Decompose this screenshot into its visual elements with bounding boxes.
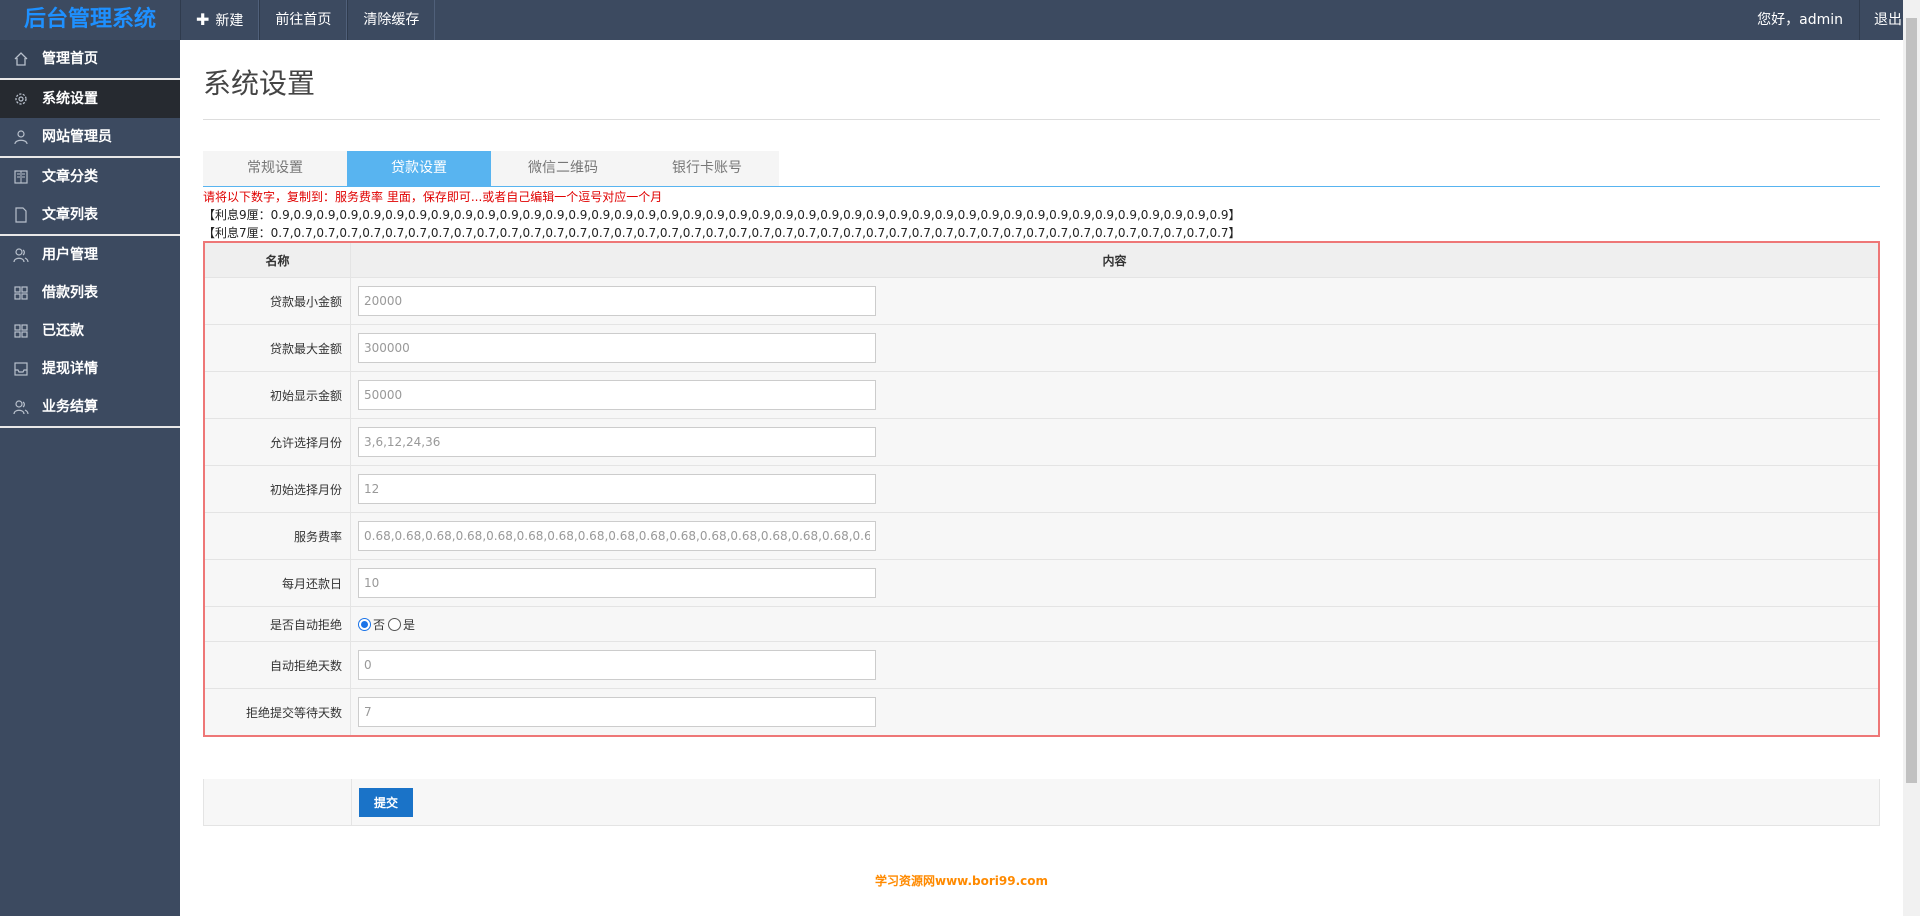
sidebar-item-label: 提现详情 bbox=[42, 361, 98, 377]
users-icon bbox=[13, 400, 29, 415]
instruction-note: 请将以下数字，复制到：服务费率 里面，保存即可...或者自己编辑一个逗号对应一个… bbox=[203, 190, 663, 204]
sidebar: 管理首页 系统设置 网站管理员 文章分类 文章列表 用户管理 借款列表 已还款 … bbox=[0, 40, 180, 916]
field-label: 每月还款日 bbox=[205, 560, 351, 606]
sidebar-divider bbox=[0, 426, 180, 428]
auto-reject-yes-label[interactable]: 是 bbox=[403, 616, 415, 633]
main-content: 系统设置 常规设置 贷款设置 微信二维码 银行卡账号 请将以下数字，复制到：服务… bbox=[180, 40, 1903, 916]
grid-icon bbox=[14, 324, 28, 338]
form-row-repay-day: 每月还款日 bbox=[205, 559, 1878, 606]
scrollbar-thumb[interactable] bbox=[1906, 18, 1917, 783]
sidebar-item-label: 文章列表 bbox=[42, 207, 98, 223]
rate-preset-7: 【利息7厘：0.7,0.7,0.7,0.7,0.7,0.7,0.7,0.7,0.… bbox=[203, 226, 1241, 240]
new-button[interactable]: ✚ 新建 bbox=[180, 0, 260, 40]
service-rate-input[interactable] bbox=[358, 521, 876, 551]
form-row-initial-month: 初始选择月份 bbox=[205, 465, 1878, 512]
sidebar-item-article-categories[interactable]: 文章分类 bbox=[0, 158, 180, 196]
field-label: 初始选择月份 bbox=[205, 466, 351, 512]
form-row-min-amount: 贷款最小金额 bbox=[205, 277, 1878, 324]
title-divider bbox=[203, 119, 1880, 120]
sidebar-item-label: 文章分类 bbox=[42, 169, 98, 185]
tab-general-settings[interactable]: 常规设置 bbox=[203, 151, 347, 186]
page-scrollbar[interactable] bbox=[1903, 0, 1920, 916]
form-row-auto-reject: 是否自动拒绝 否 是 bbox=[205, 606, 1878, 641]
tabs-underline bbox=[203, 186, 1880, 187]
user-greeting: 您好，admin bbox=[1757, 12, 1843, 28]
auto-reject-no-label[interactable]: 否 bbox=[373, 616, 385, 633]
sidebar-item-system-settings[interactable]: 系统设置 bbox=[0, 80, 180, 118]
submit-button[interactable]: 提交 bbox=[359, 787, 413, 817]
auto-reject-no-radio[interactable] bbox=[358, 617, 371, 631]
inbox-icon bbox=[14, 362, 28, 376]
watermark-text: 学习资源网www.bori99.com bbox=[875, 874, 1049, 888]
settings-tabs: 常规设置 贷款设置 微信二维码 银行卡账号 bbox=[203, 151, 779, 186]
form-row-initial-amount: 初始显示金额 bbox=[205, 371, 1878, 418]
form-row-max-amount: 贷款最大金额 bbox=[205, 324, 1878, 371]
auto-reject-yes-radio[interactable] bbox=[388, 617, 402, 631]
field-label: 拒绝提交等待天数 bbox=[205, 689, 351, 735]
plus-icon: ✚ bbox=[196, 10, 210, 29]
book-icon bbox=[14, 170, 28, 184]
header-content: 内容 bbox=[351, 243, 1878, 277]
sidebar-item-site-admins[interactable]: 网站管理员 bbox=[0, 118, 180, 156]
sidebar-item-label: 管理首页 bbox=[42, 51, 98, 67]
allowed-months-input[interactable] bbox=[358, 427, 876, 457]
form-row-allowed-months: 允许选择月份 bbox=[205, 418, 1878, 465]
field-label: 是否自动拒绝 bbox=[205, 607, 351, 641]
max-amount-input[interactable] bbox=[358, 333, 876, 363]
initial-month-input[interactable] bbox=[358, 474, 876, 504]
sidebar-item-label: 系统设置 bbox=[42, 91, 98, 107]
sidebar-item-user-management[interactable]: 用户管理 bbox=[0, 236, 180, 274]
field-label: 服务费率 bbox=[205, 513, 351, 559]
page-title: 系统设置 bbox=[203, 67, 316, 100]
sidebar-item-withdraw-details[interactable]: 提现详情 bbox=[0, 350, 180, 388]
sidebar-item-label: 借款列表 bbox=[42, 285, 98, 301]
form-header-row: 名称 内容 bbox=[205, 243, 1878, 277]
form-row-service-rate: 服务费率 bbox=[205, 512, 1878, 559]
sidebar-item-label: 网站管理员 bbox=[42, 129, 112, 145]
document-icon bbox=[15, 207, 27, 223]
header-name: 名称 bbox=[205, 243, 351, 277]
field-label: 贷款最小金额 bbox=[205, 278, 351, 324]
reject-wait-days-input[interactable] bbox=[358, 697, 876, 727]
field-label: 允许选择月份 bbox=[205, 419, 351, 465]
tab-bank-account[interactable]: 银行卡账号 bbox=[635, 151, 779, 186]
tab-loan-settings[interactable]: 贷款设置 bbox=[347, 151, 491, 186]
top-nav: ✚ 新建 前往首页 清除缓存 bbox=[180, 0, 436, 40]
field-label: 初始显示金额 bbox=[205, 372, 351, 418]
field-label: 贷款最大金额 bbox=[205, 325, 351, 371]
home-icon bbox=[14, 52, 28, 66]
grid-icon bbox=[14, 286, 28, 300]
sidebar-item-settlement[interactable]: 业务结算 bbox=[0, 388, 180, 426]
user-icon bbox=[14, 130, 28, 145]
sidebar-item-label: 用户管理 bbox=[42, 247, 98, 263]
top-right: 您好，admin 退出 bbox=[1741, 0, 1920, 40]
form-row-reject-wait-days: 拒绝提交等待天数 bbox=[205, 688, 1878, 735]
tab-wechat-qrcode[interactable]: 微信二维码 bbox=[491, 151, 635, 186]
sidebar-item-label: 已还款 bbox=[42, 323, 84, 339]
initial-amount-input[interactable] bbox=[358, 380, 876, 410]
top-bar: 后台管理系统 ✚ 新建 前往首页 清除缓存 您好，admin 退出 bbox=[0, 0, 1920, 40]
field-label: 自动拒绝天数 bbox=[205, 642, 351, 688]
app-brand[interactable]: 后台管理系统 bbox=[0, 0, 180, 40]
sidebar-item-label: 业务结算 bbox=[42, 399, 98, 415]
sidebar-item-loan-list[interactable]: 借款列表 bbox=[0, 274, 180, 312]
clear-cache-button[interactable]: 清除缓存 bbox=[347, 0, 436, 40]
rate-preset-9: 【利息9厘：0.9,0.9,0.9,0.9,0.9,0.9,0.9,0.9,0.… bbox=[203, 208, 1241, 222]
home-link[interactable]: 前往首页 bbox=[259, 0, 348, 40]
loan-settings-form: 名称 内容 贷款最小金额 贷款最大金额 初始显示金额 允许选择月份 初始选择月份… bbox=[203, 241, 1880, 737]
auto-reject-radios: 否 是 bbox=[358, 616, 415, 633]
new-label: 新建 bbox=[215, 13, 244, 29]
users-icon bbox=[13, 248, 29, 263]
submit-row: 提交 bbox=[203, 779, 1880, 826]
auto-reject-days-input[interactable] bbox=[358, 650, 876, 680]
min-amount-input[interactable] bbox=[358, 286, 876, 316]
repay-day-input[interactable] bbox=[358, 568, 876, 598]
gear-icon bbox=[15, 93, 27, 105]
form-row-auto-reject-days: 自动拒绝天数 bbox=[205, 641, 1878, 688]
sidebar-item-dashboard[interactable]: 管理首页 bbox=[0, 40, 180, 78]
sidebar-item-repaid[interactable]: 已还款 bbox=[0, 312, 180, 350]
submit-row-spacer bbox=[204, 779, 352, 825]
sidebar-item-article-list[interactable]: 文章列表 bbox=[0, 196, 180, 234]
